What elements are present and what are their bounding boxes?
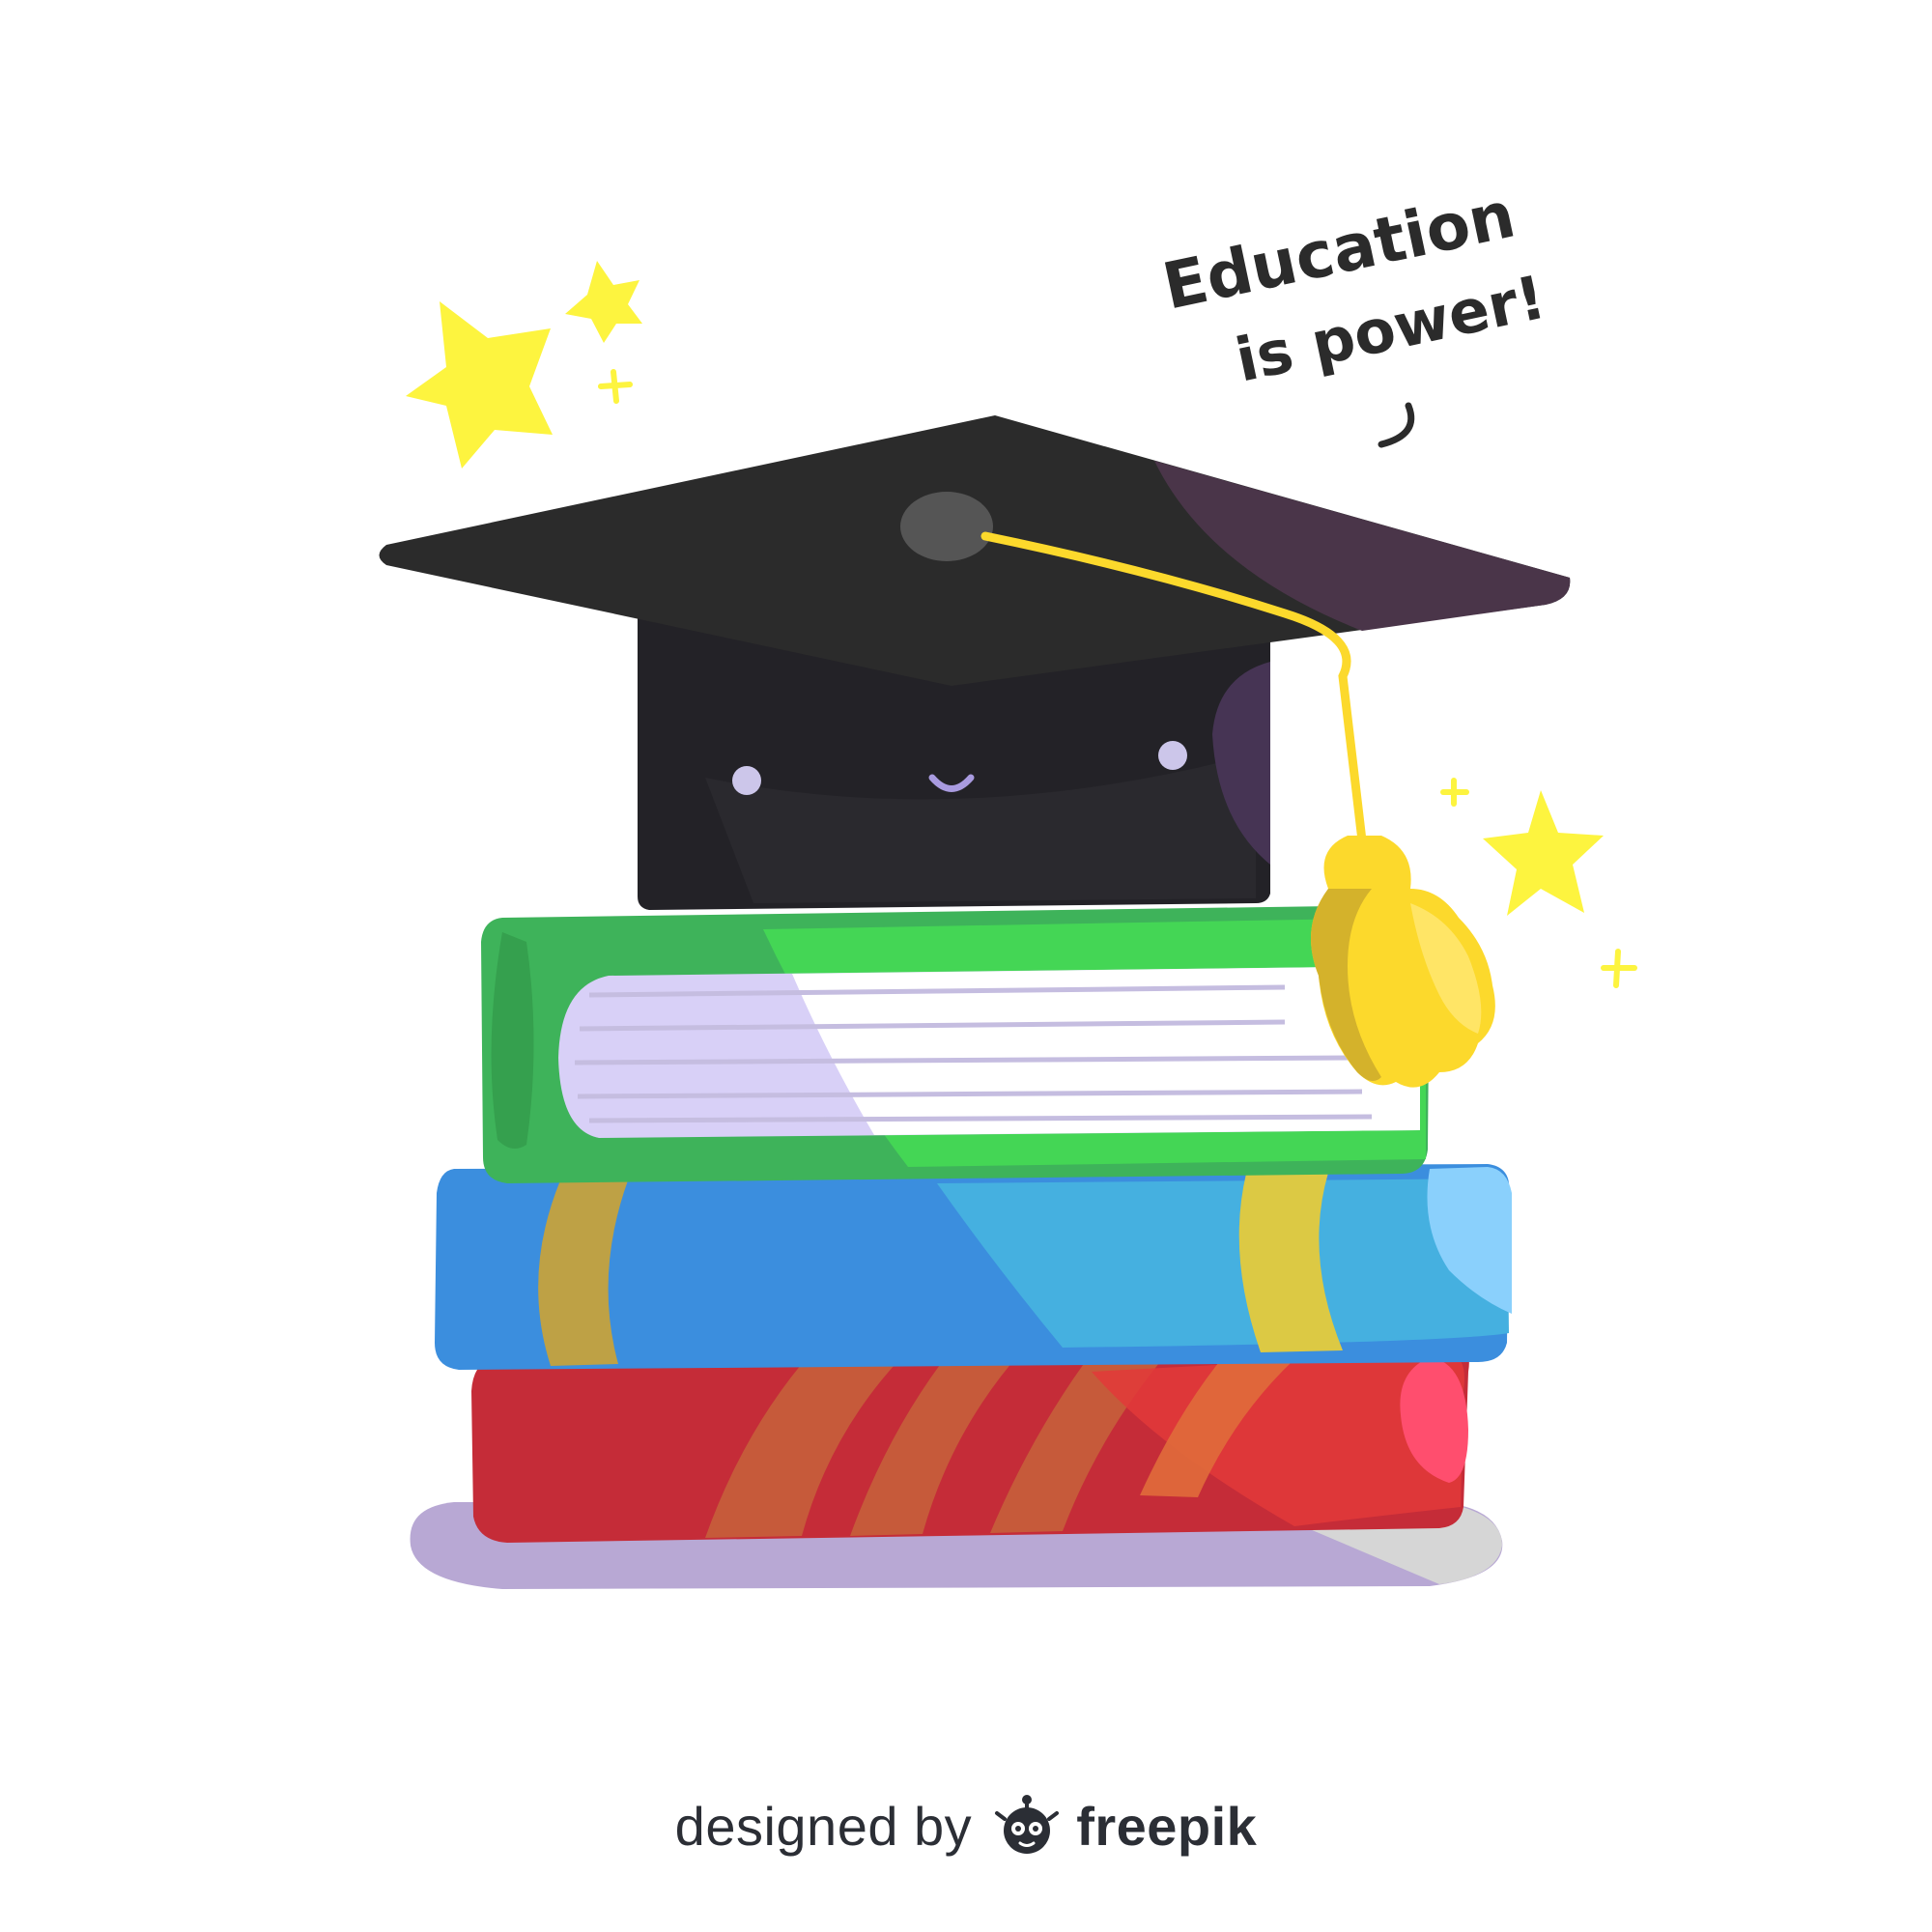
star-icon xyxy=(406,301,553,469)
education-illustration: Education is power! xyxy=(379,178,1637,1589)
cap-left-eye xyxy=(732,766,761,795)
red-book xyxy=(471,1341,1469,1543)
sparkle-icon xyxy=(1601,949,1637,988)
credit-prefix: designed by xyxy=(674,1795,973,1857)
cap-right-eye xyxy=(1158,741,1187,770)
blue-book xyxy=(435,1164,1512,1370)
credit: designed by freepik xyxy=(0,1782,1932,1869)
caption: Education is power! xyxy=(1156,178,1551,448)
freepik-logo-icon xyxy=(995,1795,1060,1854)
canvas: Education is power! designed by freepik xyxy=(0,0,1932,1932)
green-book-spine-shadow xyxy=(491,932,534,1149)
star-icon xyxy=(1483,790,1604,916)
cap-button xyxy=(900,492,993,561)
credit-brand: freepik xyxy=(1076,1795,1258,1857)
star-icon xyxy=(565,261,642,343)
sparkle-icon xyxy=(598,369,633,404)
green-book xyxy=(481,905,1430,1183)
sparkle-icon xyxy=(1440,778,1469,807)
caption-squiggle xyxy=(1378,402,1415,448)
